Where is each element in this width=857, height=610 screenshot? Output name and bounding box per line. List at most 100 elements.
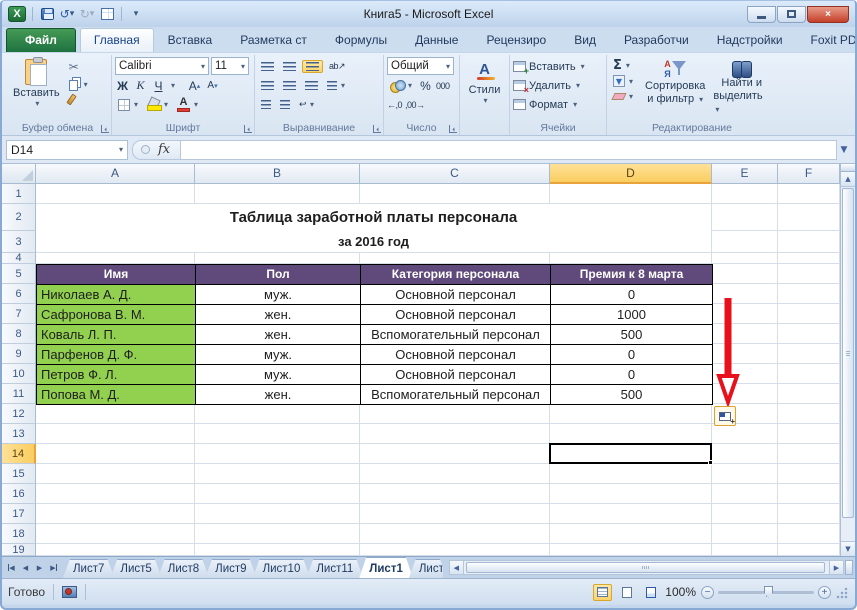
table-cell[interactable]: Основной персонал	[361, 365, 551, 385]
decrease-indent-button[interactable]	[258, 99, 274, 110]
dialog-launcher-icon[interactable]	[101, 125, 109, 133]
row-header-19[interactable]: 19	[2, 544, 36, 556]
orientation-button[interactable]: ab↗	[326, 60, 348, 73]
grid-cell[interactable]	[360, 404, 550, 424]
scroll-track[interactable]	[464, 560, 829, 575]
grid-cell[interactable]	[195, 404, 360, 424]
align-center-button[interactable]	[280, 80, 299, 91]
grid-cell[interactable]	[360, 253, 550, 264]
autosum-button[interactable]: Σ▾	[610, 57, 641, 74]
sheet-tab-2[interactable]: Лист5	[110, 559, 161, 578]
grid-cell[interactable]	[195, 484, 360, 504]
select-all-corner[interactable]	[2, 164, 36, 184]
sheet-tab-6[interactable]: Лист11	[306, 559, 363, 578]
paste-button[interactable]: Вставить ▾	[7, 57, 66, 110]
grid-cell[interactable]	[195, 424, 360, 444]
grid-cell[interactable]	[778, 284, 840, 304]
grid-cell[interactable]	[195, 444, 360, 464]
table-name-cell[interactable]: Петров Ф. Л.	[37, 365, 196, 385]
grow-font-button[interactable]: А▴	[187, 77, 202, 94]
ribbon-tab-data[interactable]: Данные	[401, 28, 472, 52]
grid-cell[interactable]	[778, 364, 840, 384]
dialog-launcher-icon[interactable]	[373, 125, 381, 133]
column-header-B[interactable]: B	[195, 164, 360, 184]
grid-cell[interactable]	[550, 424, 712, 444]
dialog-launcher-icon[interactable]	[449, 125, 457, 133]
zoom-track[interactable]	[718, 591, 814, 594]
zoom-out-button[interactable]: −	[701, 586, 714, 599]
grid-cell[interactable]	[550, 484, 712, 504]
sheet-tab-5[interactable]: Лист10	[253, 559, 311, 578]
grid-cell[interactable]	[778, 444, 840, 464]
number-format-select[interactable]: Общий▾	[387, 57, 454, 75]
grid-cell[interactable]	[36, 504, 195, 524]
grid-cell[interactable]	[550, 184, 712, 204]
sheet-tab-1[interactable]: Лист7	[63, 559, 114, 578]
grid-cell[interactable]	[195, 544, 360, 556]
grid-cell[interactable]	[36, 444, 195, 464]
grid-cell[interactable]	[712, 464, 778, 484]
grid-cell[interactable]	[360, 504, 550, 524]
minimize-button[interactable]	[747, 6, 776, 23]
table-cell[interactable]: муж.	[196, 285, 361, 305]
excel-app-icon[interactable]: X	[8, 6, 26, 22]
grid-cell[interactable]	[360, 444, 550, 464]
underline-button[interactable]: Ч	[151, 77, 166, 94]
tab-split-handle[interactable]	[845, 560, 853, 575]
table-cell[interactable]: Вспомогательный персонал	[361, 385, 551, 405]
row-header-15[interactable]: 15	[2, 464, 36, 484]
grid-cell[interactable]	[36, 404, 195, 424]
grid-cell[interactable]	[36, 464, 195, 484]
grid-cell[interactable]	[712, 504, 778, 524]
zoom-level[interactable]: 100%	[665, 585, 696, 599]
grid-cell[interactable]	[712, 524, 778, 544]
row-header-3[interactable]: 3	[2, 231, 36, 253]
vertical-scrollbar[interactable]: ▲ ▼	[840, 164, 855, 556]
ribbon-tab-view[interactable]: Вид	[560, 28, 610, 52]
prev-sheet-button[interactable]: ◀	[19, 560, 32, 575]
ribbon-tab-add-ins[interactable]: Надстройки	[703, 28, 797, 52]
row-header-13[interactable]: 13	[2, 424, 36, 444]
ribbon-tab-home[interactable]: Главная	[80, 28, 154, 52]
ribbon-tab-foxit-pdf[interactable]: Foxit PDF	[797, 28, 857, 52]
row-header-4[interactable]: 4	[2, 253, 36, 264]
expand-formula-bar-icon[interactable]: ▼	[837, 145, 851, 155]
row-header-17[interactable]: 17	[2, 504, 36, 524]
fill-handle[interactable]	[708, 460, 713, 465]
close-button[interactable]: ×	[807, 6, 849, 23]
insert-cells-button[interactable]: +Вставить▾	[513, 57, 603, 76]
grid-cell[interactable]	[778, 384, 840, 404]
grid-cell[interactable]	[778, 184, 840, 204]
zoom-thumb[interactable]	[764, 586, 773, 598]
scroll-track[interactable]	[841, 187, 855, 541]
formula-input[interactable]	[181, 140, 837, 160]
normal-view-button[interactable]	[593, 584, 612, 601]
grid-cell[interactable]	[195, 253, 360, 264]
grid-cell[interactable]	[778, 253, 840, 264]
shrink-font-button[interactable]: А▾	[205, 77, 220, 94]
table-cell[interactable]: муж.	[196, 365, 361, 385]
grid-cell[interactable]	[712, 204, 778, 231]
align-middle-button[interactable]	[280, 61, 299, 72]
resize-grip[interactable]	[836, 586, 849, 599]
column-header-A[interactable]: A	[36, 164, 195, 184]
italic-button[interactable]: К	[133, 77, 148, 94]
column-header-F[interactable]: F	[778, 164, 840, 184]
grid-cell[interactable]	[195, 184, 360, 204]
scroll-thumb[interactable]	[842, 188, 854, 518]
grid-cell[interactable]	[195, 464, 360, 484]
name-box[interactable]: D14▾	[6, 140, 128, 160]
wrap-text-button[interactable]: ↩▾	[296, 98, 317, 111]
grid-cell[interactable]	[712, 424, 778, 444]
row-header-2[interactable]: 2	[2, 204, 36, 231]
grid-cell[interactable]	[712, 184, 778, 204]
table-cell[interactable]: 0	[551, 365, 713, 385]
scroll-left-icon[interactable]: ◀	[449, 560, 464, 575]
page-break-view-button[interactable]	[641, 584, 660, 601]
grid-cell[interactable]	[778, 524, 840, 544]
table-cell[interactable]: Основной персонал	[361, 345, 551, 365]
first-sheet-button[interactable]: ◀	[5, 560, 18, 575]
borders-button[interactable]: ▾	[115, 98, 141, 112]
grid-cell[interactable]	[778, 544, 840, 556]
merge-center-button[interactable]: ▾	[324, 80, 348, 91]
